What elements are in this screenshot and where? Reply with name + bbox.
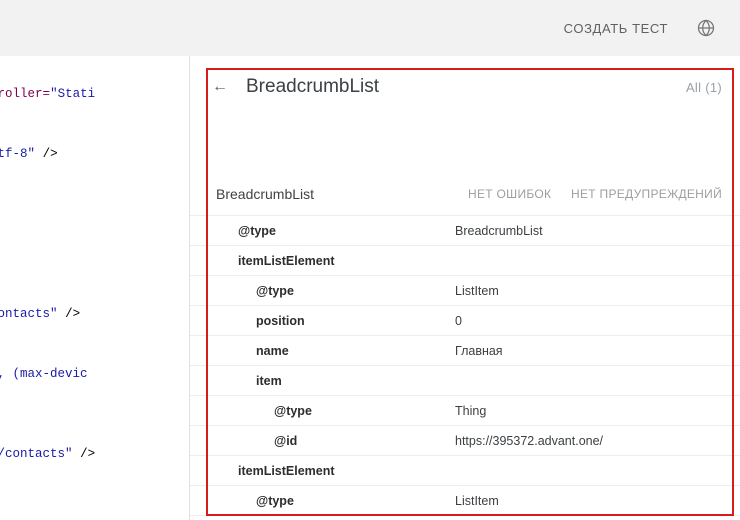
- results-panel: ← BreadcrumbList All (1) BreadcrumbList …: [190, 56, 740, 520]
- table-row: nameГлавная: [190, 336, 740, 366]
- row-key: itemListElement: [190, 254, 455, 268]
- row-value: ListItem: [455, 494, 740, 508]
- table-row: itemListElement: [190, 456, 740, 486]
- spacer: [190, 110, 740, 172]
- row-key: @type: [190, 494, 455, 508]
- table-row: item: [190, 366, 740, 396]
- table-row: @idhttps://395372.advant.one/: [190, 426, 740, 456]
- source-code-column: data-ng-controller="Stati ml; charset=ut…: [0, 56, 190, 520]
- row-key: item: [190, 374, 455, 388]
- table-row: itemListElement: [190, 246, 740, 276]
- panel-header: ← BreadcrumbList All (1): [190, 64, 740, 110]
- row-value: 0: [455, 314, 740, 328]
- row-value: ListItem: [455, 284, 740, 298]
- row-key: @id: [190, 434, 455, 448]
- top-bar: СОЗДАТЬ ТЕСТ: [0, 0, 740, 56]
- content: data-ng-controller="Stati ml; charset=ut…: [0, 56, 740, 520]
- no-warnings-label: НЕТ ПРЕДУПРЕЖДЕНИЙ: [571, 187, 722, 201]
- no-errors-label: НЕТ ОШИБОК: [468, 187, 551, 201]
- row-key: @type: [190, 404, 455, 418]
- row-key: position: [190, 314, 455, 328]
- row-key: name: [190, 344, 455, 358]
- create-test-button[interactable]: СОЗДАТЬ ТЕСТ: [564, 21, 668, 36]
- row-value: BreadcrumbList: [455, 224, 740, 238]
- row-key: @type: [190, 284, 455, 298]
- table-row: @typeListItem: [190, 276, 740, 306]
- panel-title: BreadcrumbList: [246, 76, 686, 98]
- table-row: position0: [190, 306, 740, 336]
- section-status: НЕТ ОШИБОК НЕТ ПРЕДУПРЕЖДЕНИЙ: [468, 187, 722, 201]
- section-name: BreadcrumbList: [216, 186, 468, 202]
- table-row: position1: [190, 516, 740, 520]
- row-value: https://395372.advant.one/: [455, 434, 740, 448]
- row-key: @type: [190, 224, 455, 238]
- table-row: @typeBreadcrumbList: [190, 216, 740, 246]
- language-icon[interactable]: [696, 18, 716, 38]
- row-value: Главная: [455, 344, 740, 358]
- section-header: BreadcrumbList НЕТ ОШИБОК НЕТ ПРЕДУПРЕЖД…: [190, 172, 740, 216]
- panel-count[interactable]: All (1): [686, 80, 722, 95]
- row-value: Thing: [455, 404, 740, 418]
- back-arrow-icon[interactable]: ←: [208, 75, 232, 99]
- table-row: @typeListItem: [190, 486, 740, 516]
- table-row: @typeThing: [190, 396, 740, 426]
- row-key: itemListElement: [190, 464, 455, 478]
- source-code: data-ng-controller="Stati ml; charset=ut…: [0, 84, 189, 484]
